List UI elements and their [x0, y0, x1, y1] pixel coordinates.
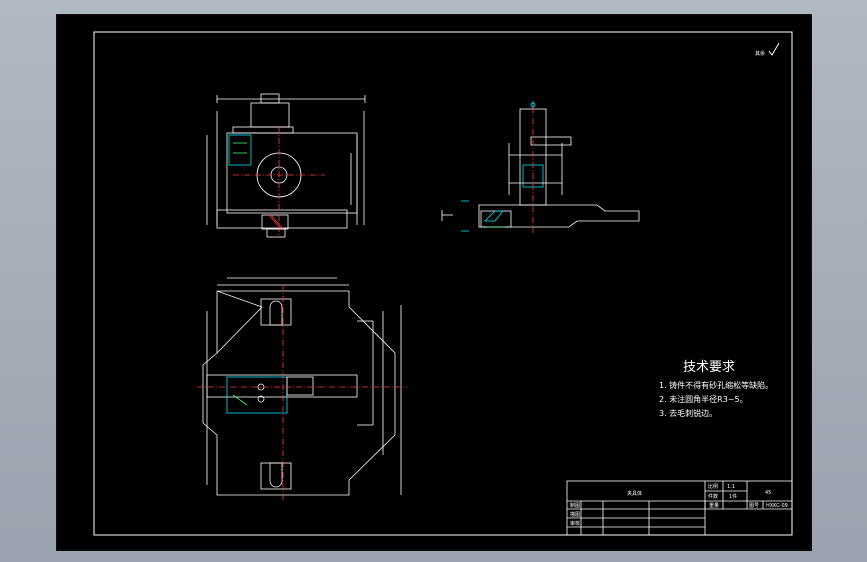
drawing-canvas[interactable]: 其余 技术要求 1. 铸件不得有砂孔缩松等缺陷。 2. 未注圆角半径R3~5。 …	[56, 14, 812, 551]
cad-viewport: 其余 技术要求 1. 铸件不得有砂孔缩松等缺陷。 2. 未注圆角半径R3~5。 …	[0, 0, 867, 562]
drawing-no-value: HXKC-09	[766, 503, 788, 509]
ratio-value: 1:1	[727, 484, 735, 490]
roughness-label: 其余	[755, 50, 765, 57]
requirement-item-2: 2. 未注圆角半径R3~5。	[659, 394, 748, 404]
top-view	[197, 277, 407, 501]
material-value: 45	[765, 490, 771, 496]
requirement-item-3: 3. 去毛刺锐边。	[659, 408, 717, 418]
qty-label: 件数	[708, 493, 718, 500]
qty-value: 1件	[729, 493, 737, 500]
roughness-symbol: 其余	[755, 42, 780, 57]
technical-requirements: 技术要求 1. 铸件不得有砂孔缩松等缺陷。 2. 未注圆角半径R3~5。 3. …	[659, 360, 773, 418]
row-label-check: 审核	[570, 520, 580, 527]
requirement-item-1: 1. 铸件不得有砂孔缩松等缺陷。	[659, 380, 773, 390]
requirements-title: 技术要求	[683, 360, 735, 375]
drawing-no-label: 图号	[749, 503, 759, 509]
weight-label: 重量	[709, 502, 719, 509]
drawing-frame	[93, 31, 793, 536]
front-view	[206, 93, 366, 238]
ratio-label: 比例	[708, 483, 718, 490]
row-label-trace: 描图	[570, 511, 580, 518]
part-name: 夹具体	[627, 490, 642, 497]
drawing-svg: 其余 技术要求 1. 铸件不得有砂孔缩松等缺陷。 2. 未注圆角半径R3~5。 …	[93, 31, 793, 536]
side-view	[441, 101, 640, 233]
row-label-draw: 制图	[570, 502, 580, 509]
roughness-check-icon	[768, 42, 780, 56]
